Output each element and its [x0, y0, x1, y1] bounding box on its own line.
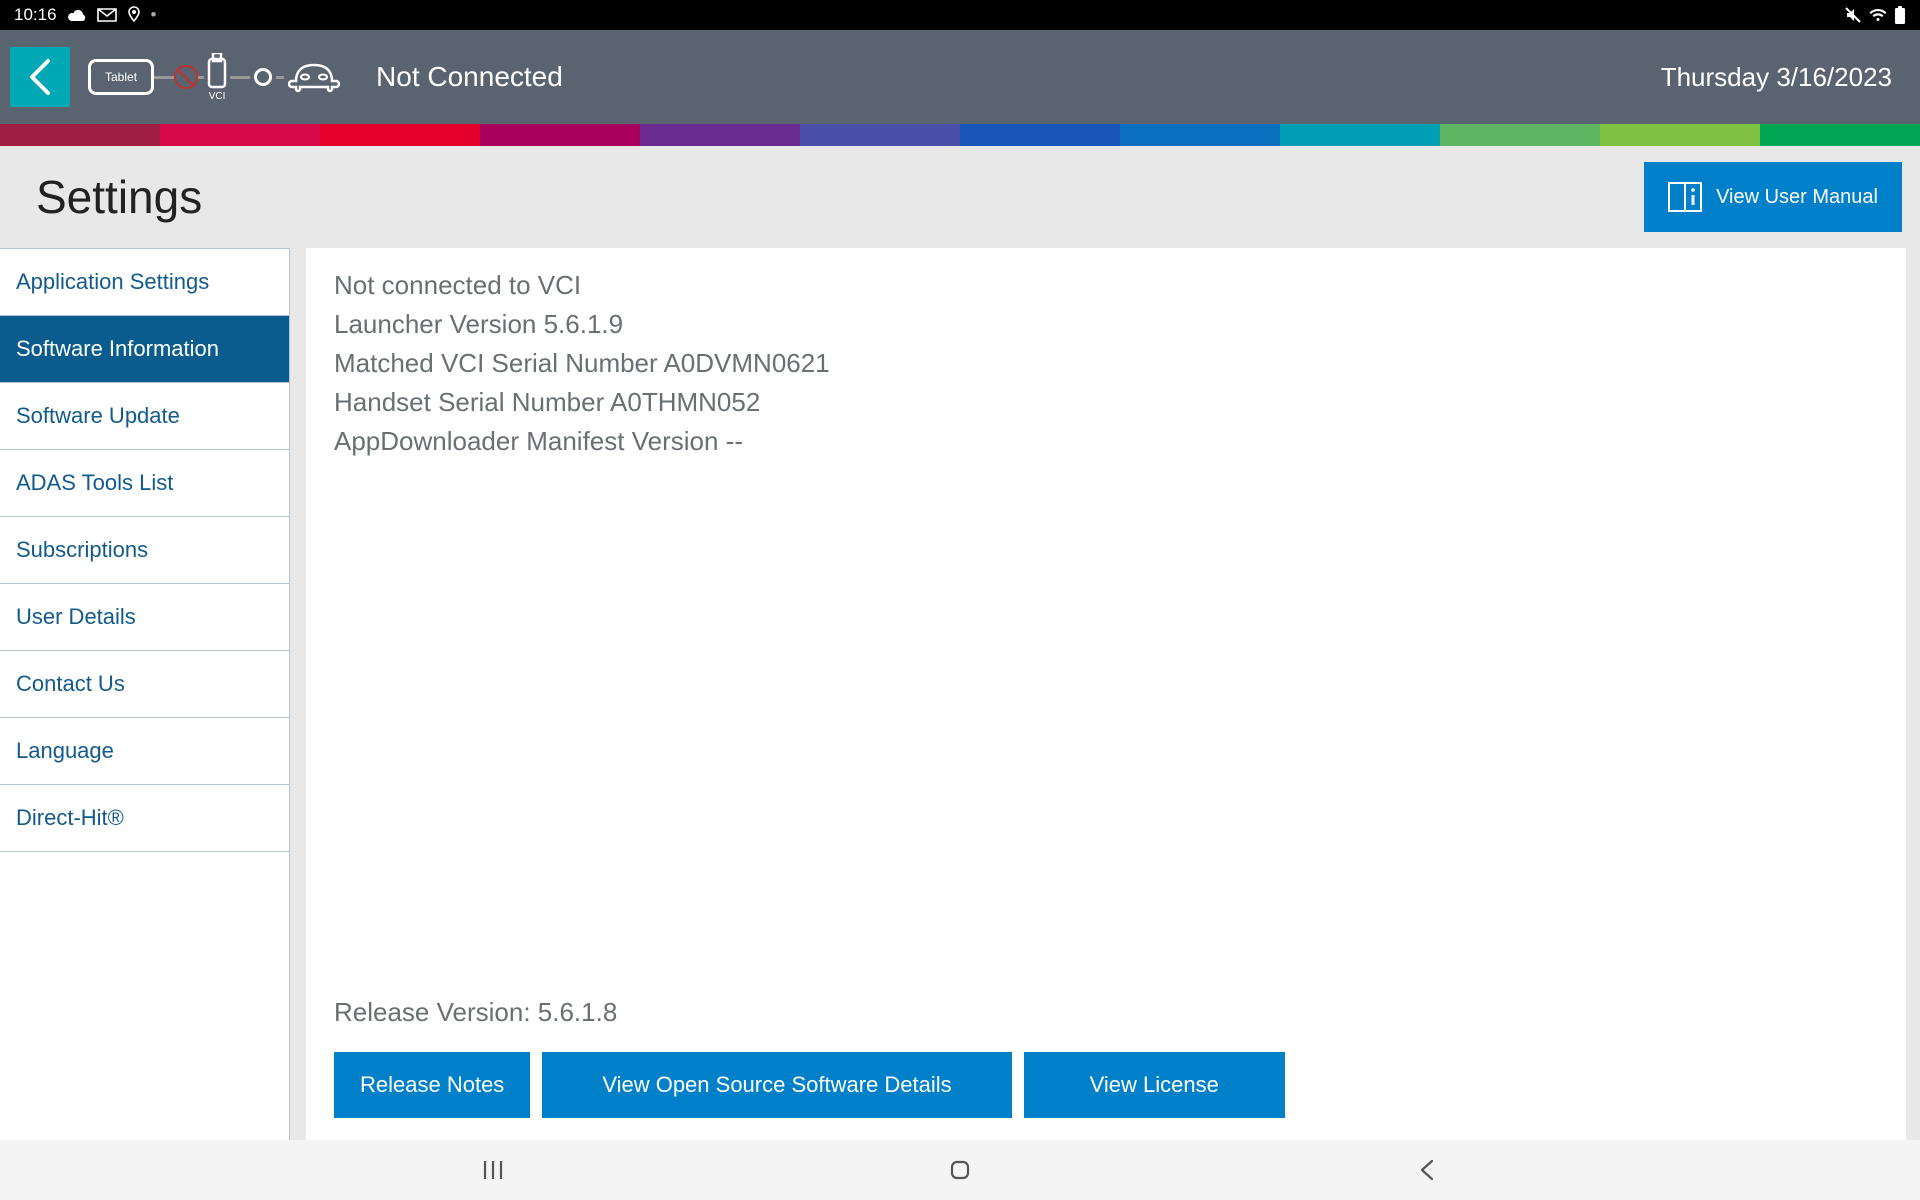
circle-node: [254, 68, 272, 86]
sidebar-item-contact-us[interactable]: Contact Us: [0, 651, 289, 718]
app-header: Tablet VCI Not Connected Thursday 3/16/2…: [0, 30, 1920, 124]
color-segment: [1280, 124, 1440, 146]
info-lines: Not connected to VCILauncher Version 5.6…: [334, 266, 1878, 461]
recent-apps-button[interactable]: [473, 1150, 513, 1190]
vci-node: VCI: [204, 53, 230, 102]
color-strip: [0, 124, 1920, 146]
connection-chain: Tablet VCI: [88, 53, 340, 102]
sidebar-item-application-settings[interactable]: Application Settings: [0, 249, 289, 316]
sidebar-item-direct-hit-[interactable]: Direct-Hit®: [0, 785, 289, 852]
tablet-node: Tablet: [88, 59, 154, 95]
chain-line: [154, 76, 174, 79]
sidebar-item-adas-tools-list[interactable]: ADAS Tools List: [0, 450, 289, 517]
info-line: Matched VCI Serial Number A0DVMN0621: [334, 344, 1878, 383]
android-nav-bar: [0, 1140, 1920, 1200]
software-info-panel: Not connected to VCILauncher Version 5.6…: [306, 248, 1906, 1146]
info-line: Launcher Version 5.6.1.9: [334, 305, 1878, 344]
info-line: Handset Serial Number A0THMN052: [334, 383, 1878, 422]
car-icon: [288, 55, 340, 100]
sidebar-item-user-details[interactable]: User Details: [0, 584, 289, 651]
home-button[interactable]: [940, 1150, 980, 1190]
release-version: Release Version: 5.6.1.8: [334, 997, 1878, 1028]
color-segment: [1440, 124, 1600, 146]
sidebar-item-software-information[interactable]: Software Information: [0, 316, 289, 383]
settings-sidebar: Application SettingsSoftware Information…: [0, 248, 290, 1146]
cloud-icon: [67, 8, 87, 22]
page-header: Settings View User Manual: [0, 146, 1920, 248]
battery-icon: [1894, 6, 1906, 24]
sidebar-item-subscriptions[interactable]: Subscriptions: [0, 517, 289, 584]
color-segment: [320, 124, 480, 146]
chain-line: [276, 76, 284, 79]
color-segment: [800, 124, 960, 146]
color-segment: [1600, 124, 1760, 146]
release-notes-button[interactable]: Release Notes: [334, 1052, 530, 1118]
connection-status-label: Not Connected: [376, 61, 563, 93]
header-date: Thursday 3/16/2023: [1661, 62, 1892, 93]
page-title: Settings: [36, 170, 202, 224]
open-source-details-button[interactable]: View Open Source Software Details: [542, 1052, 1011, 1118]
chain-line: [230, 76, 250, 79]
nav-back-button[interactable]: [1407, 1150, 1447, 1190]
book-info-icon: [1668, 182, 1702, 212]
gmail-icon: [97, 8, 117, 22]
mute-icon: [1844, 6, 1862, 24]
dot-icon: •: [151, 5, 157, 25]
color-segment: [960, 124, 1120, 146]
color-segment: [1120, 124, 1280, 146]
back-button[interactable]: [10, 47, 70, 107]
color-segment: [0, 124, 160, 146]
view-user-manual-button[interactable]: View User Manual: [1644, 162, 1902, 232]
color-segment: [640, 124, 800, 146]
wifi-icon: [1868, 7, 1888, 23]
location-icon: [127, 6, 141, 24]
blocked-icon: [174, 65, 198, 89]
android-status-bar: 10:16 •: [0, 0, 1920, 30]
info-line: Not connected to VCI: [334, 266, 1878, 305]
color-segment: [160, 124, 320, 146]
view-license-button[interactable]: View License: [1024, 1052, 1285, 1118]
color-segment: [480, 124, 640, 146]
color-segment: [1760, 124, 1920, 146]
sidebar-item-language[interactable]: Language: [0, 718, 289, 785]
info-line: AppDownloader Manifest Version --: [334, 422, 1878, 461]
sidebar-item-software-update[interactable]: Software Update: [0, 383, 289, 450]
view-manual-label: View User Manual: [1716, 186, 1878, 209]
status-time: 10:16: [14, 5, 57, 25]
